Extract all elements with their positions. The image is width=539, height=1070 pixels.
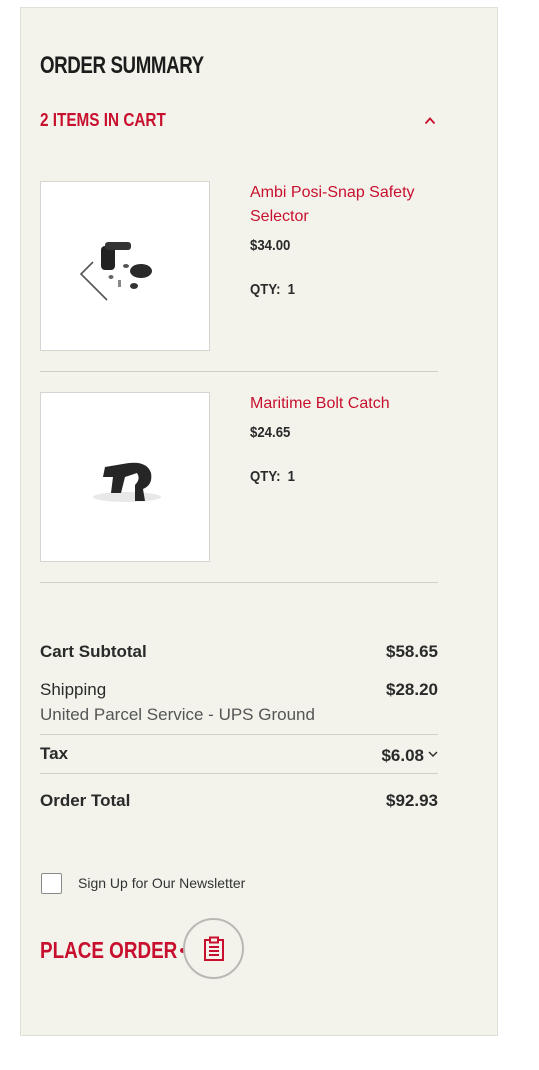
product-image[interactable]: [40, 181, 210, 351]
tax-row[interactable]: Tax $6.08: [40, 744, 438, 766]
subtotal-value: $58.65: [386, 642, 438, 661]
qty-value: 1: [287, 468, 295, 485]
shipping-row: Shipping $28.20 United Parcel Service - …: [40, 680, 438, 728]
qty-label: QTY:: [250, 468, 281, 485]
place-order-label: PLACE ORDER: [40, 937, 178, 963]
product-name-link[interactable]: Ambi Posi-Snap Safety Selector: [250, 181, 440, 229]
place-order-button[interactable]: PLACE ORDER: [40, 917, 250, 983]
product-name-link[interactable]: Maritime Bolt Catch: [250, 392, 440, 416]
order-total-row: Order Total $92.93: [40, 791, 438, 813]
qty-label: QTY:: [250, 281, 281, 298]
product-quantity: QTY: 1: [250, 468, 295, 485]
cart-item: Maritime Bolt Catch $24.65 QTY: 1: [40, 392, 438, 562]
cart-items-toggle[interactable]: 2 ITEMS IN CART: [40, 110, 438, 132]
product-quantity: QTY: 1: [250, 281, 295, 298]
product-price: $24.65: [250, 424, 291, 441]
order-total-label: Order Total: [40, 791, 131, 810]
product-image[interactable]: [40, 392, 210, 562]
subtotal-label: Cart Subtotal: [40, 642, 147, 661]
order-total-value: $92.93: [386, 791, 438, 810]
clipboard-icon: [183, 918, 244, 979]
order-summary-title: ORDER SUMMARY: [40, 52, 204, 79]
newsletter-signup: Sign Up for Our Newsletter: [40, 872, 340, 896]
qty-value: 1: [287, 281, 295, 298]
cart-items-count: 2 ITEMS IN CART: [40, 110, 166, 130]
cart-item: Ambi Posi-Snap Safety Selector $34.00 QT…: [40, 181, 438, 351]
items-divider: [40, 582, 438, 583]
newsletter-checkbox[interactable]: [41, 873, 62, 894]
shipping-label: Shipping: [40, 680, 107, 699]
subtotal-row: Cart Subtotal $58.65: [40, 642, 438, 664]
shipping-method: United Parcel Service - UPS Ground: [40, 705, 315, 724]
shipping-value: $28.20: [386, 680, 438, 699]
tax-value: $6.08: [381, 746, 424, 765]
tax-divider-bottom: [40, 773, 438, 774]
tax-amount: $6.08: [381, 744, 438, 766]
item-divider: [40, 371, 438, 372]
chevron-up-icon: [424, 114, 436, 126]
tax-divider-top: [40, 734, 438, 735]
chevron-down-icon: [428, 744, 438, 757]
product-price: $34.00: [250, 237, 291, 254]
tax-label: Tax: [40, 744, 69, 763]
newsletter-label[interactable]: Sign Up for Our Newsletter: [78, 875, 245, 891]
